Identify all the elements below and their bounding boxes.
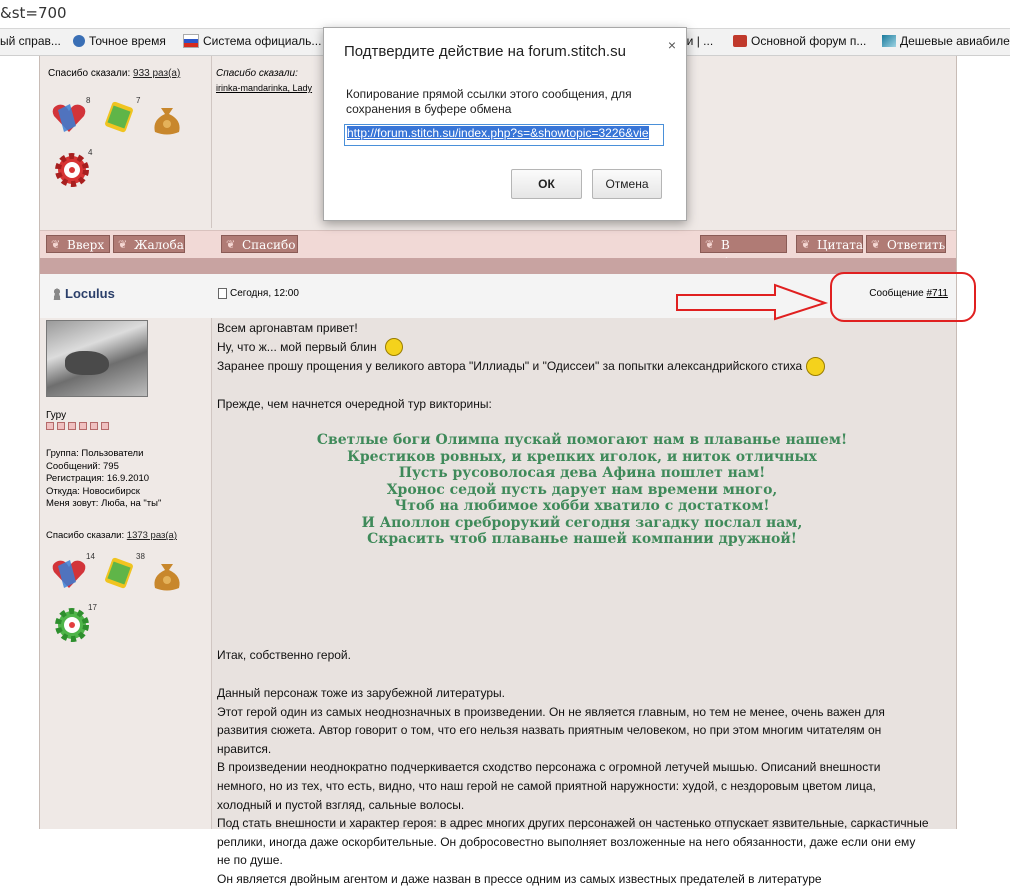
reply-button[interactable]: Ответить xyxy=(866,235,946,254)
prev-thanks-count-link[interactable]: 933 раз(а) xyxy=(133,68,180,79)
quote-button[interactable]: Цитата xyxy=(796,235,863,254)
post-date: Сегодня, 12:00 xyxy=(218,288,299,299)
notebook-button[interactable]: В блокнот xyxy=(700,235,787,270)
thanked-by-label: Спасибо сказали: xyxy=(216,68,298,79)
rank-pips xyxy=(46,422,109,430)
money-award-icon: 38 xyxy=(100,552,145,592)
smile-icon xyxy=(806,357,826,376)
post-description: Данный персонаж тоже из зарубежной литер… xyxy=(217,686,929,886)
post-toolbar: Вверх Жалоба Спасибо В блокнот Цитата От… xyxy=(40,230,956,270)
user-thanks: Спасибо сказали: 1373 раз(а) xyxy=(46,530,177,541)
user-icon xyxy=(52,287,62,300)
money-award-icon: 7 xyxy=(100,96,140,136)
russian-flag-icon xyxy=(183,34,199,48)
bookmark-6[interactable]: Дешевые авиабиле xyxy=(882,34,1010,48)
address-bar[interactable]: &st=700 xyxy=(0,0,1010,29)
user-thanks-count-link[interactable]: 1373 раз(а) xyxy=(127,530,177,541)
cancel-button[interactable]: Отмена xyxy=(592,169,662,199)
emblem-icon xyxy=(733,35,747,47)
bookmark-2[interactable]: Точное время xyxy=(73,34,166,48)
post-paragraph: Итак, собственно герой. xyxy=(217,648,351,662)
airline-icon xyxy=(882,35,896,47)
post-body: Гуру Группа: Пользователи Сообщений: 795… xyxy=(40,318,956,886)
post-author[interactable]: Loculus xyxy=(52,286,115,301)
document-icon xyxy=(218,288,227,299)
bookmark-3[interactable]: Система официаль... xyxy=(183,34,321,48)
author-profile: Гуру Группа: Пользователи Сообщений: 795… xyxy=(40,318,212,829)
avatar xyxy=(46,320,148,397)
money-bag-icon xyxy=(148,556,186,594)
dialog-message: Копирование прямой ссылки этого сообщени… xyxy=(346,87,632,116)
red-gear-icon: 4 xyxy=(52,148,92,188)
post-content: Всем аргонавтам привет! Ну, что ж... мой… xyxy=(212,318,956,886)
prev-thanks: Спасибо сказали: 933 раз(а) xyxy=(48,68,181,79)
clock-site-icon xyxy=(73,35,85,47)
poem: Светлые боги Олимпа пускай помогают нам … xyxy=(316,432,848,547)
annotation-ellipse xyxy=(830,272,976,322)
annotation-arrow-icon xyxy=(676,283,829,321)
thanked-by-list: irinka-mandarinka, Lady xyxy=(216,83,313,93)
ok-button[interactable]: ОК xyxy=(511,169,582,199)
dialog-title: Подтвердите действие на forum.stitch.su xyxy=(344,43,626,60)
user-info: Группа: Пользователи Сообщений: 795 Реги… xyxy=(46,448,162,509)
up-button[interactable]: Вверх xyxy=(46,235,110,254)
embarrassed-smiley-icon xyxy=(384,338,403,357)
close-icon[interactable]: × xyxy=(668,37,676,53)
previous-post-profile xyxy=(40,56,212,228)
money-bag-icon xyxy=(148,100,186,138)
bookmark-1[interactable]: ый справ... xyxy=(0,34,61,48)
bookmark-5[interactable]: Основной форум п... xyxy=(733,34,866,48)
url-text[interactable]: &st=700 xyxy=(0,4,67,22)
thanks-button[interactable]: Спасибо xyxy=(221,235,298,254)
confirm-dialog: Подтвердите действие на forum.stitch.su … xyxy=(323,27,687,221)
heart-book-award-icon: 8 xyxy=(50,96,90,136)
complaint-button[interactable]: Жалоба xyxy=(113,235,185,254)
url-field[interactable]: http://forum.stitch.su/index.php?s=&show… xyxy=(344,124,664,146)
green-gear-icon: 17 xyxy=(52,603,97,643)
user-rank: Гуру xyxy=(46,410,67,421)
post-separator xyxy=(40,258,956,274)
heart-book-award-icon: 14 xyxy=(50,552,95,592)
